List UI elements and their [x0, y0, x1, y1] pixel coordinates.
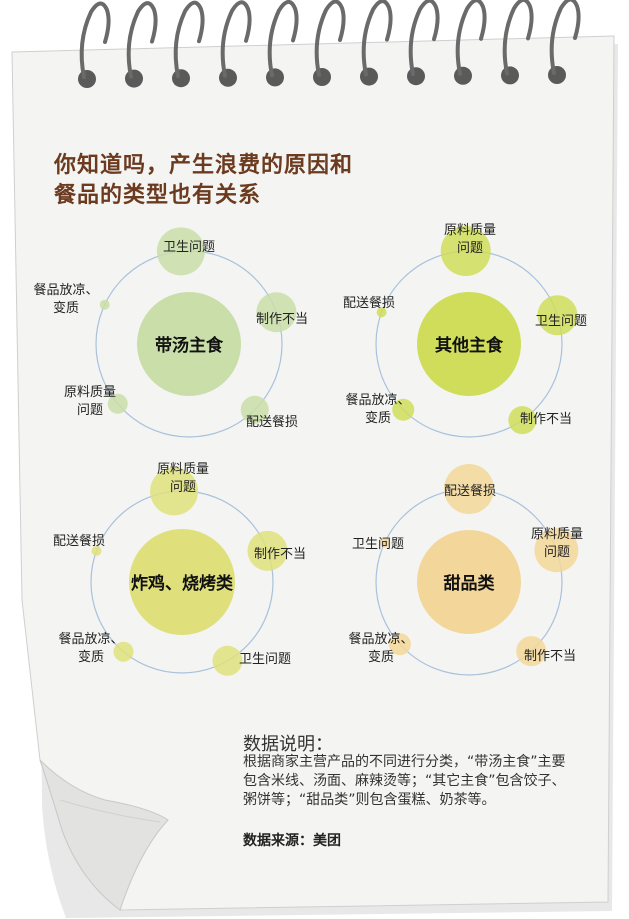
- factor-label: 原料质量: [64, 385, 116, 400]
- center-label: 甜品类: [444, 573, 496, 594]
- notes-text: 根据商家主营产品的不同进行分类，“带汤主食”主要包含米线、汤面、麻辣烫等；“其它…: [243, 754, 566, 808]
- factor-label: 卫生问题: [535, 314, 587, 329]
- factor-label-line-2: 变质: [365, 410, 391, 426]
- factor-label: 餐品放凉、: [33, 282, 98, 298]
- factor-label-line-2: 变质: [368, 649, 394, 665]
- factor-label-line-2: 问题: [77, 403, 103, 418]
- center-label: 带汤主食: [155, 335, 224, 356]
- factor-label: 配送餐损: [444, 483, 496, 499]
- factor-label: 制作不当: [520, 412, 572, 427]
- factor-label: 配送餐损: [246, 414, 298, 430]
- factor-label: 餐品放凉、: [58, 631, 123, 647]
- factor-label: 制作不当: [524, 649, 576, 664]
- factor-label: 卫生问题: [352, 537, 404, 552]
- notebook-page: 带汤主食 卫生问题 制作不当 配送餐损 原料质量 问题 餐品放凉、 变质 其他主食 原料质量 问题…: [0, 0, 629, 919]
- factor-label-line-2: 变质: [78, 649, 104, 665]
- center-label: 炸鸡、烧烤类: [131, 573, 234, 594]
- notes-source: 数据来源：美团: [243, 833, 341, 849]
- center-label: 其他主食: [435, 335, 504, 356]
- factor-label: 原料质量: [444, 223, 496, 238]
- page-title-line-1: 你知道吗，产生浪费的原因和: [54, 153, 354, 178]
- factor-label-line-2: 问题: [170, 480, 196, 495]
- factor-label: 餐品放凉、: [348, 631, 413, 647]
- factor-label: 配送餐损: [53, 533, 105, 549]
- factor-label-line-2: 问题: [544, 545, 570, 560]
- page-title-line-2: 餐品的类型也有关系: [54, 183, 262, 208]
- factor-label: 配送餐损: [343, 295, 395, 311]
- factor-label: 原料质量: [157, 462, 209, 477]
- factor-label: 原料质量: [531, 527, 583, 542]
- factor-label-line-2: 问题: [457, 241, 483, 256]
- factor-label: 卫生问题: [163, 240, 215, 255]
- factor-label: 制作不当: [256, 312, 308, 327]
- factor-label-line-2: 变质: [53, 300, 79, 316]
- factor-label: 卫生问题: [239, 652, 291, 667]
- factor-circle: [99, 299, 110, 310]
- factor-label: 制作不当: [254, 547, 306, 562]
- factor-label: 餐品放凉、: [345, 392, 410, 408]
